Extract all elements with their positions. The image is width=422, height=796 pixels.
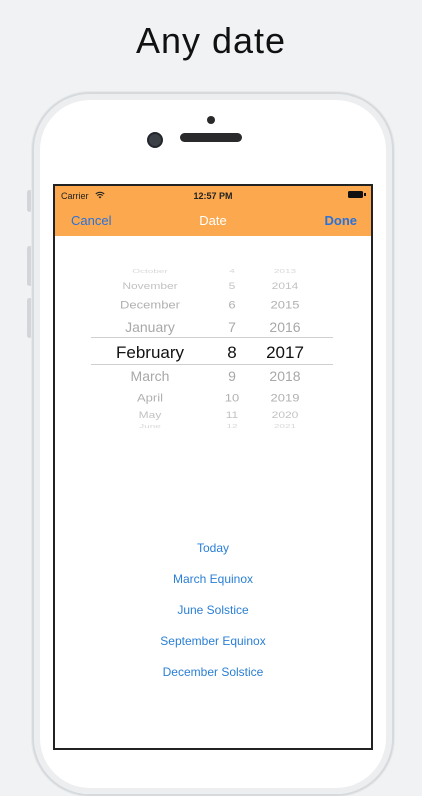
day-option[interactable]: 6 — [210, 299, 254, 310]
shortcut-today-button[interactable]: Today — [55, 541, 371, 555]
year-option[interactable]: 2013 — [257, 269, 313, 275]
day-option[interactable]: 7 — [210, 320, 254, 333]
day-option[interactable]: 4 — [210, 269, 254, 275]
shortcut-june-solstice-button[interactable]: June Solstice — [55, 603, 371, 617]
month-option[interactable]: November — [95, 282, 205, 291]
year-option[interactable]: 2019 — [257, 392, 313, 403]
screen: Carrier 12:57 PM Cancel Date Done Octobe… — [53, 184, 373, 750]
front-camera-icon — [147, 132, 163, 148]
headline: Any date — [135, 20, 287, 61]
done-button[interactable]: Done — [325, 213, 358, 228]
nav-bar: Cancel Date Done — [55, 206, 371, 236]
month-option[interactable]: March — [95, 369, 205, 382]
date-picker[interactable]: October November December January February Ma… — [55, 258, 371, 448]
year-wheel[interactable]: 2013 2014 2015 2016 2017 2018 2019 2020 2021 — [257, 258, 313, 448]
month-option[interactable]: October — [95, 269, 205, 275]
proximity-sensor — [207, 116, 215, 124]
status-bar: Carrier 12:57 PM — [55, 186, 371, 206]
month-wheel[interactable]: October November December January February Ma… — [95, 258, 205, 448]
shortcut-march-equinox-button[interactable]: March Equinox — [55, 572, 371, 586]
month-option[interactable]: February — [95, 344, 205, 361]
day-wheel[interactable]: 4 5 6 7 8 9 10 11 12 — [210, 258, 254, 448]
year-option[interactable]: 2014 — [257, 282, 313, 291]
day-option[interactable]: 8 — [210, 344, 254, 361]
year-option[interactable]: 2015 — [257, 299, 313, 310]
earpiece-speaker — [180, 133, 242, 142]
year-option[interactable]: 2020 — [257, 411, 313, 420]
year-option[interactable]: 2021 — [257, 424, 313, 430]
year-option[interactable]: 2016 — [257, 320, 313, 333]
battery-icon — [348, 191, 366, 198]
day-option[interactable]: 9 — [210, 369, 254, 382]
status-time: 12:57 PM — [193, 191, 233, 201]
year-option[interactable]: 2018 — [257, 369, 313, 382]
shortcut-december-solstice-button[interactable]: December Solstice — [55, 665, 371, 679]
shortcut-september-equinox-button[interactable]: September Equinox — [55, 634, 371, 648]
day-option[interactable]: 12 — [210, 424, 254, 430]
day-option[interactable]: 11 — [210, 411, 254, 420]
month-option[interactable]: December — [95, 299, 205, 310]
month-option[interactable]: April — [95, 392, 205, 403]
day-option[interactable]: 10 — [210, 392, 254, 403]
month-option[interactable]: June — [95, 424, 205, 430]
day-option[interactable]: 5 — [210, 282, 254, 291]
year-option[interactable]: 2017 — [257, 344, 313, 361]
month-option[interactable]: January — [95, 320, 205, 333]
month-option[interactable]: May — [95, 411, 205, 420]
